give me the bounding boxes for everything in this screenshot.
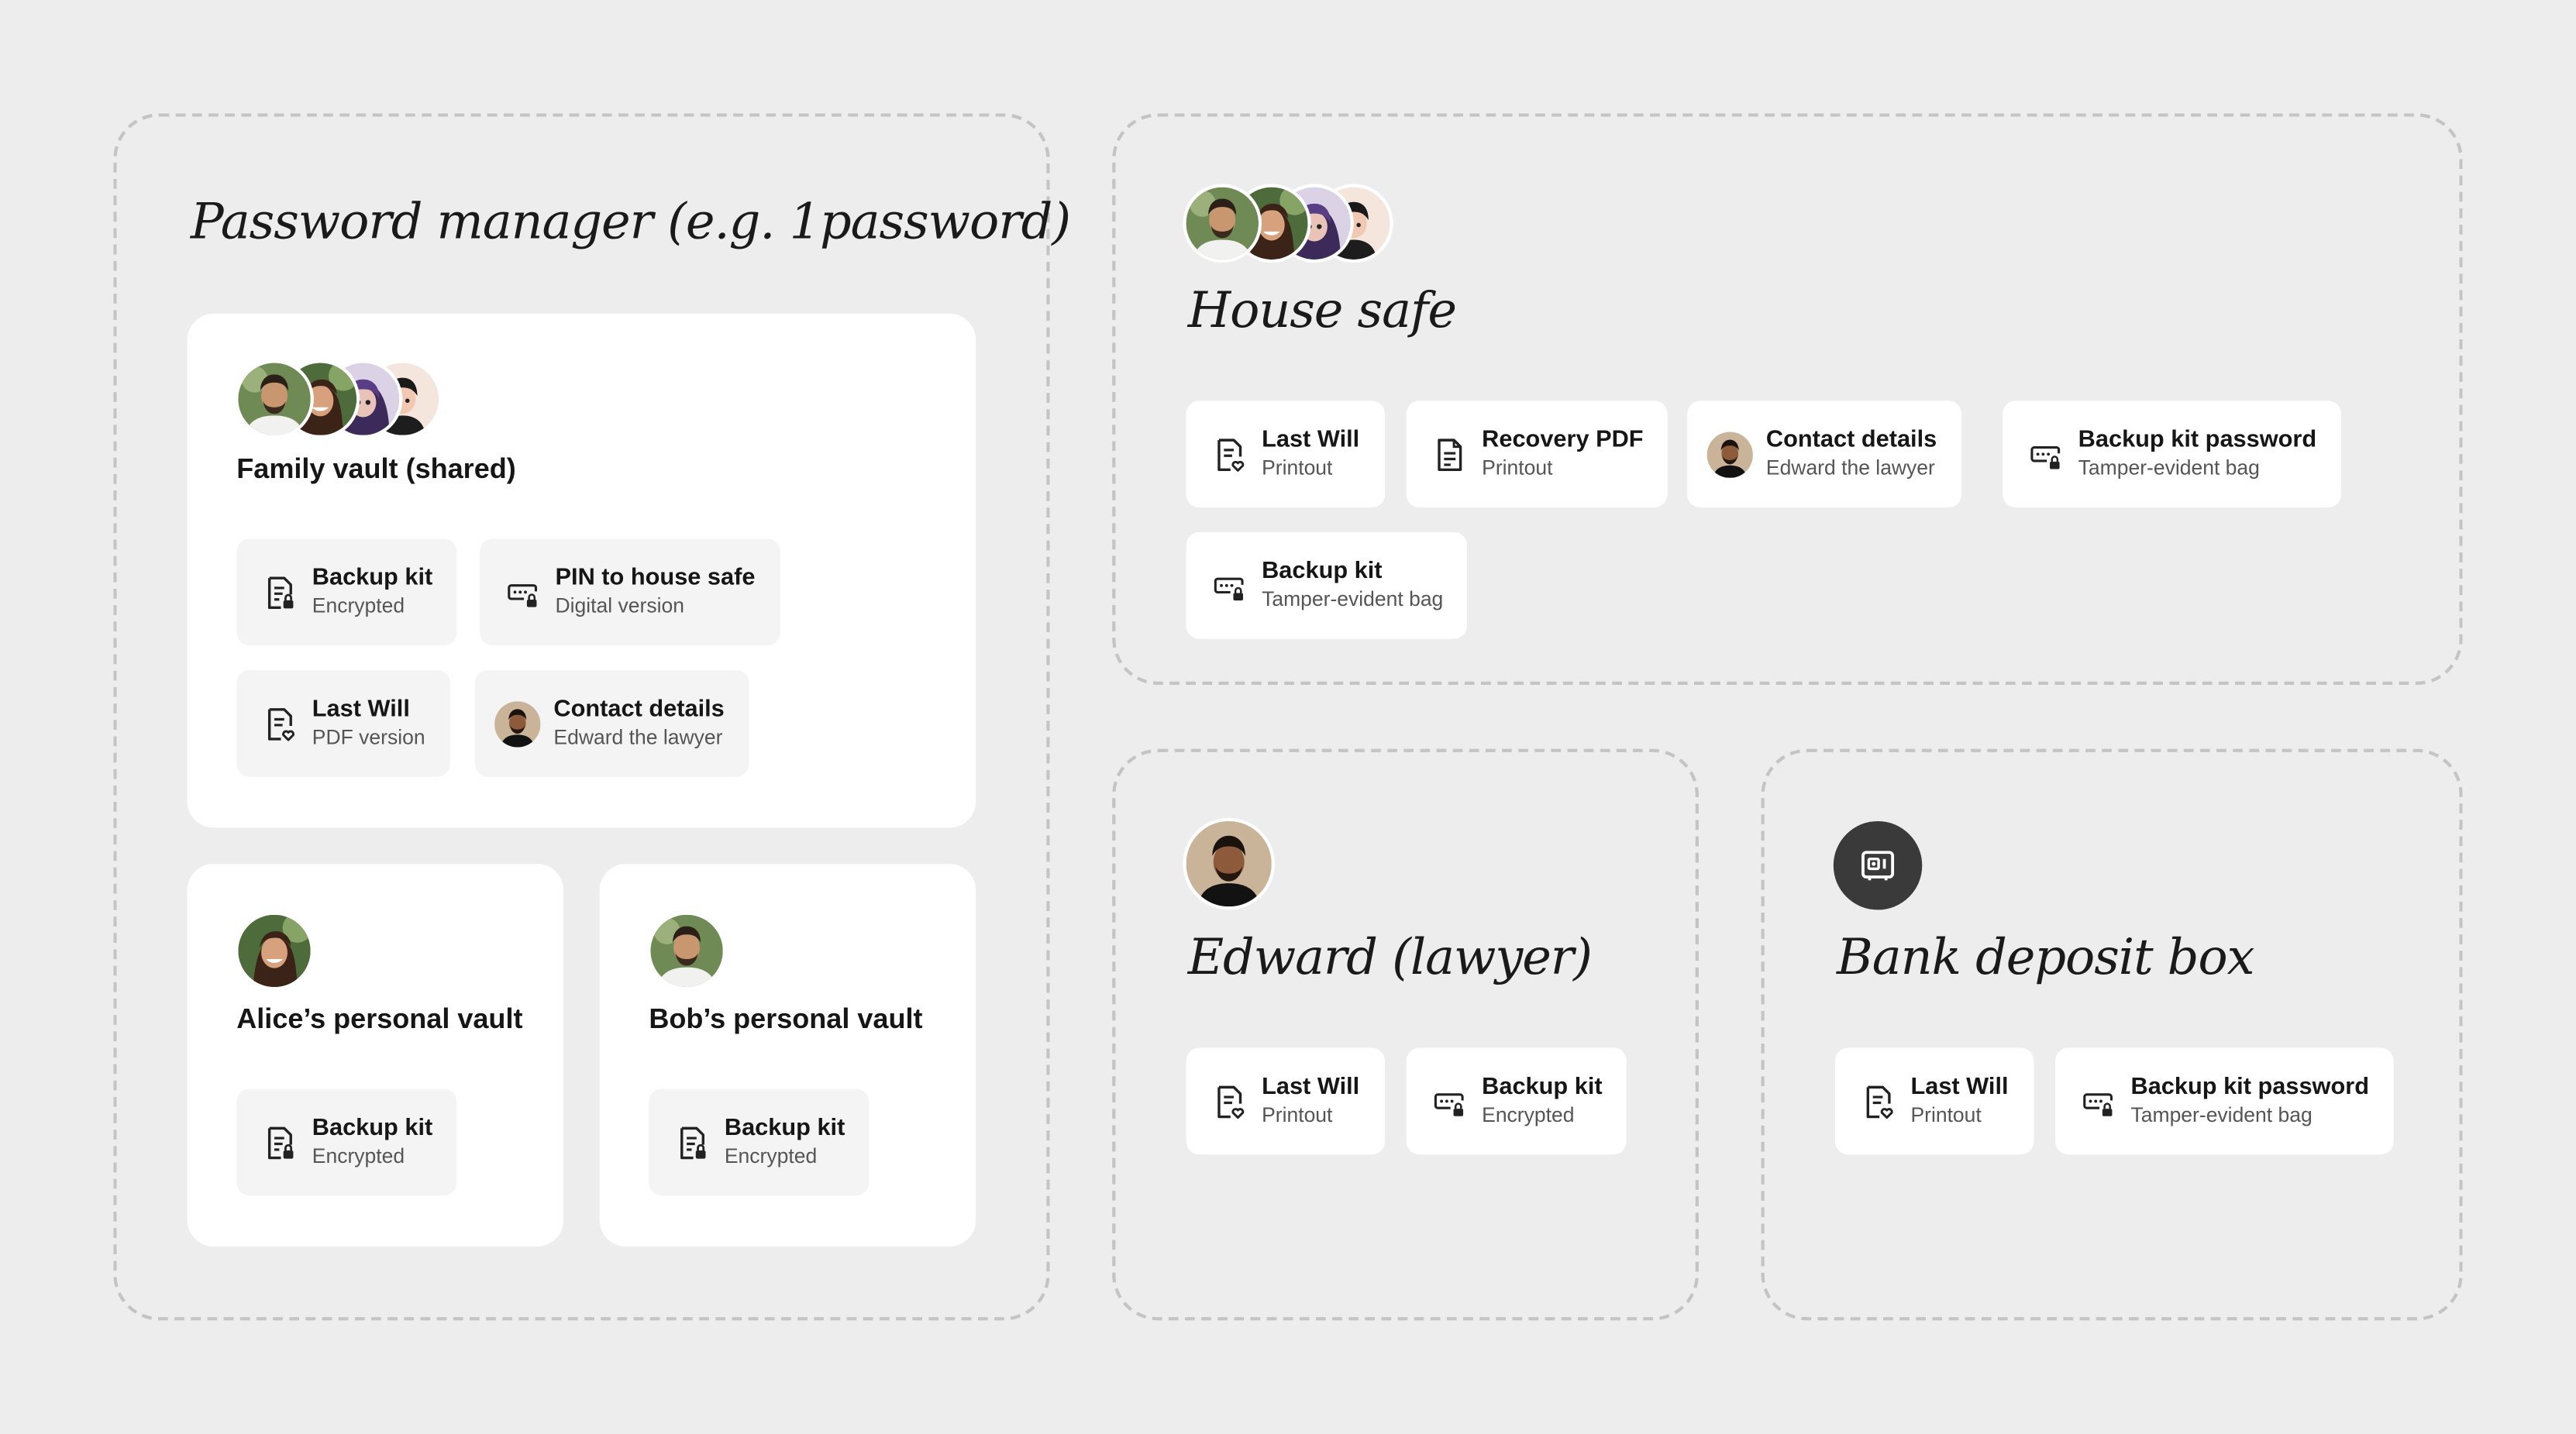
password-manager-title: Password manager (e.g. 1password) — [190, 194, 1071, 252]
house-item-last-will[interactable]: Last Will Printout — [1186, 401, 1385, 508]
house-item-contact-details[interactable]: Contact details Edward the lawyer — [1687, 401, 1962, 508]
avatar-bob — [647, 912, 726, 991]
avatar-alice — [235, 912, 314, 991]
item-name: Backup kit password — [2078, 426, 2317, 453]
password-lock-icon — [1212, 567, 1245, 604]
diagram-canvas: Password manager (e.g. 1password) Family… — [0, 0, 2576, 1434]
edward-title: Edward (lawyer) — [1187, 929, 1593, 988]
house-safe-title: House safe — [1187, 282, 1457, 340]
house-item-backup-kit[interactable]: Backup kit Tamper-evident bag — [1186, 531, 1469, 639]
item-sub: Encrypted — [1482, 1102, 1575, 1126]
avatar-bob — [235, 359, 314, 439]
document-heart-icon — [1861, 1083, 1894, 1119]
item-sub: Encrypted — [312, 1143, 405, 1167]
family-item-backup-kit[interactable]: Backup kit Encrypted — [236, 538, 458, 646]
avatar-edward — [1183, 817, 1276, 910]
lawyer-avatar — [1707, 431, 1753, 476]
password-lock-icon — [506, 574, 539, 610]
item-sub: PDF version — [312, 724, 425, 748]
bob-vault-title: Bob’s personal vault — [649, 1003, 923, 1035]
item-sub: Tamper-evident bag — [2130, 1102, 2313, 1126]
document-heart-icon — [1212, 436, 1245, 473]
item-sub: Printout — [1482, 456, 1553, 479]
item-name: Backup kit — [312, 1114, 433, 1141]
item-sub: Printout — [1262, 456, 1333, 479]
item-name: Recovery PDF — [1482, 426, 1644, 453]
house-item-recovery-pdf[interactable]: Recovery PDF Printout — [1406, 401, 1669, 508]
item-name: Backup kit — [1262, 557, 1383, 584]
document-heart-icon — [1212, 1083, 1245, 1119]
item-name: Backup kit password — [2130, 1073, 2369, 1100]
item-sub: Printout — [1910, 1102, 1982, 1126]
item-name: Last Will — [1910, 1073, 2009, 1100]
item-name: Last Will — [312, 695, 410, 722]
family-item-contact-details[interactable]: Contact details Edward the lawyer — [474, 669, 749, 777]
family-vault-card: Family vault (shared) Backup kit Encrypte… — [187, 313, 976, 828]
item-sub: Encrypted — [312, 593, 405, 617]
avatar-bob — [1183, 184, 1262, 263]
item-sub: Printout — [1262, 1102, 1333, 1126]
alice-vault-title: Alice’s personal vault — [236, 1003, 523, 1035]
item-sub: Encrypted — [724, 1143, 818, 1167]
item-name: Backup kit — [312, 564, 433, 591]
item-sub: Edward the lawyer — [553, 724, 723, 748]
alice-vault-card: Alice’s personal vault Backup kit Encrypt… — [187, 864, 564, 1247]
password-lock-icon — [1433, 1083, 1465, 1119]
bank-item-backup-kit-password[interactable]: Backup kit password Tamper-evident bag — [2054, 1047, 2394, 1155]
bob-item-backup-kit[interactable]: Backup kit Encrypted — [649, 1088, 870, 1196]
password-lock-icon — [2029, 436, 2061, 473]
item-name: Contact details — [1765, 426, 1937, 453]
lawyer-avatar — [494, 700, 540, 746]
family-item-pin-house-safe[interactable]: PIN to house safe Digital version — [480, 538, 780, 646]
family-avatars — [235, 359, 449, 439]
safe-icon — [1833, 820, 1923, 910]
bank-item-last-will[interactable]: Last Will Printout — [1834, 1047, 2034, 1155]
item-sub: Edward the lawyer — [1765, 456, 1935, 479]
document-icon — [1433, 436, 1465, 473]
house-safe-avatars — [1183, 184, 1396, 263]
bob-vault-card: Bob’s personal vault Backup kit Encrypted — [599, 864, 976, 1247]
document-lock-icon — [263, 574, 295, 610]
item-name: Backup kit — [1482, 1073, 1603, 1100]
edward-item-last-will[interactable]: Last Will Printout — [1186, 1047, 1385, 1155]
item-name: Backup kit — [724, 1114, 845, 1141]
edward-item-backup-kit[interactable]: Backup kit Encrypted — [1406, 1047, 1627, 1155]
document-heart-icon — [263, 705, 295, 741]
document-lock-icon — [675, 1124, 708, 1161]
family-vault-title: Family vault (shared) — [236, 453, 516, 485]
item-name: Contact details — [553, 695, 725, 722]
password-lock-icon — [2082, 1083, 2114, 1119]
house-item-backup-kit-password[interactable]: Backup kit password Tamper-evident bag — [2003, 401, 2341, 508]
family-item-last-will[interactable]: Last Will PDF version — [236, 669, 450, 777]
item-sub: Tamper-evident bag — [2078, 456, 2260, 479]
bank-title: Bank deposit box — [1837, 929, 2254, 988]
alice-item-backup-kit[interactable]: Backup kit Encrypted — [236, 1088, 458, 1196]
item-name: Last Will — [1262, 1073, 1360, 1100]
item-sub: Tamper-evident bag — [1262, 586, 1444, 610]
item-sub: Digital version — [555, 593, 684, 617]
item-name: Last Will — [1262, 426, 1360, 453]
document-lock-icon — [263, 1124, 295, 1161]
item-name: PIN to house safe — [555, 564, 756, 591]
